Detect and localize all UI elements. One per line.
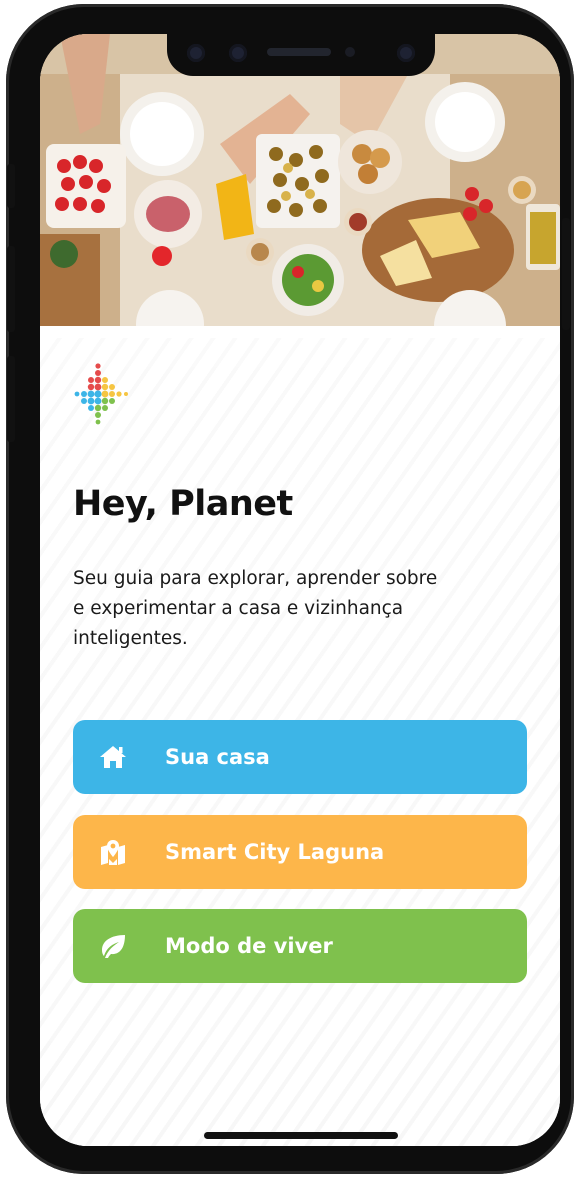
sua-casa-label: Sua casa	[165, 745, 270, 769]
page-title: Hey, Planet	[73, 484, 293, 524]
volume-down-button	[7, 356, 15, 442]
silent-switch	[7, 164, 15, 208]
content-area: Hey, Planet Seu guia para explorar, apre…	[40, 338, 560, 1146]
front-camera-icon	[397, 44, 415, 62]
map-pin-icon	[101, 840, 125, 865]
smart-city-laguna-button[interactable]: Smart City Laguna	[73, 815, 527, 889]
sensor-icon	[229, 44, 247, 62]
modo-de-viver-button[interactable]: Modo de viver	[73, 909, 527, 983]
camera-icon	[187, 44, 205, 62]
proximity-sensor	[345, 47, 355, 57]
smart-city-laguna-label: Smart City Laguna	[165, 840, 385, 864]
power-button	[562, 218, 570, 330]
home-indicator[interactable]	[204, 1132, 398, 1139]
modo-de-viver-label: Modo de viver	[165, 934, 333, 958]
food-table-illustration	[40, 34, 560, 326]
colorful-dots-logo-icon	[74, 363, 128, 425]
page-subtitle: Seu guia para explorar, aprender sobre e…	[73, 568, 438, 649]
screen: Hey, Planet Seu guia para explorar, apre…	[40, 34, 560, 1146]
leaf-icon	[102, 935, 125, 958]
volume-up-button	[7, 246, 15, 332]
home-icon	[100, 746, 126, 768]
hero-food-photo	[40, 34, 560, 326]
phone-frame: Hey, Planet Seu guia para explorar, apre…	[6, 4, 574, 1174]
sua-casa-button[interactable]: Sua casa	[73, 720, 527, 794]
speaker-grille	[267, 48, 331, 56]
logo-dots	[74, 363, 128, 425]
notch	[167, 34, 435, 76]
